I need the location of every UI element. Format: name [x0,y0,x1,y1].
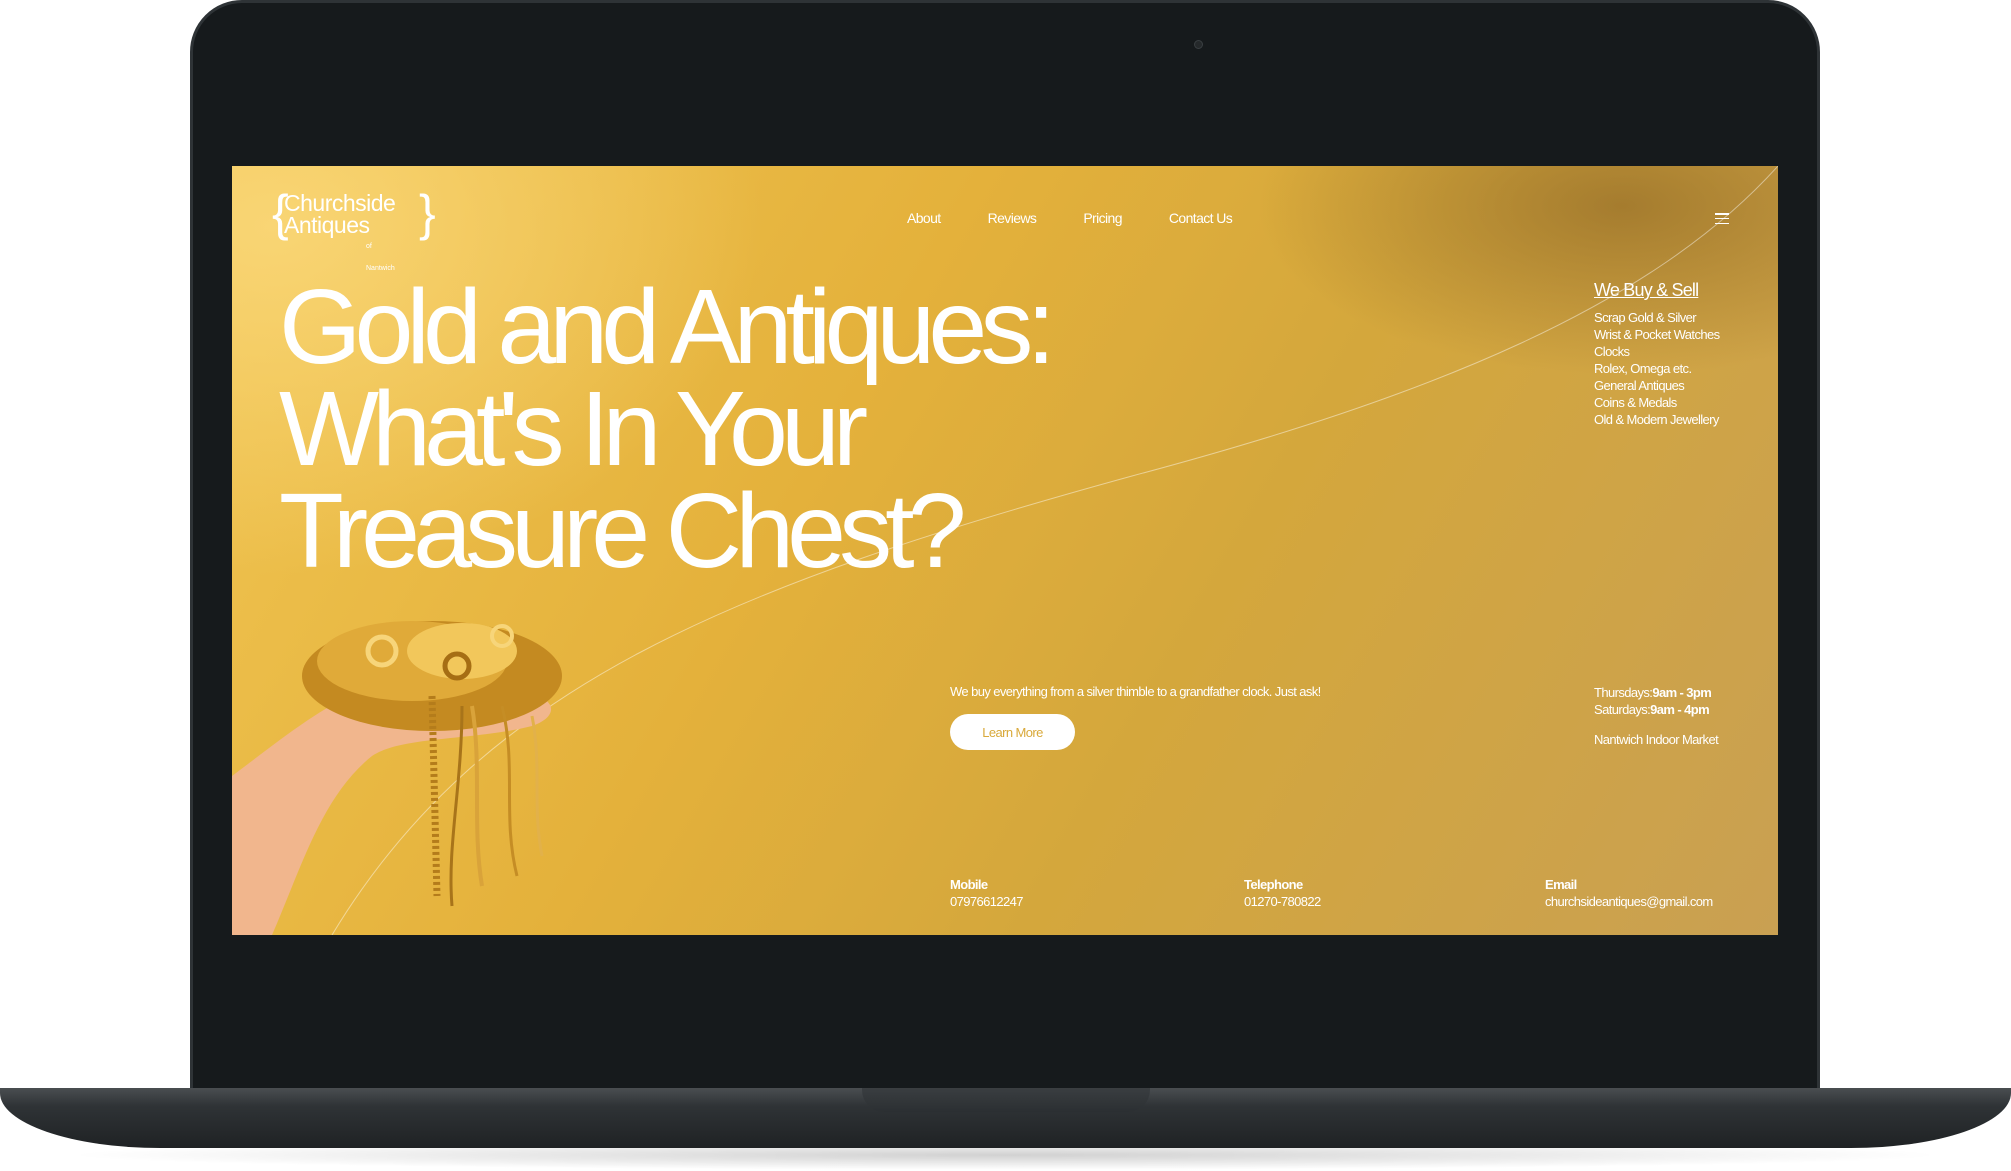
thursday-label: Thursdays: [1594,685,1653,700]
logo-right-brace: } [419,185,436,241]
email-label: Email [1545,877,1577,892]
logo-line-2: Antiques [284,212,370,238]
contact-mobile: Mobile 07976612247 [950,876,1024,910]
buy-sell-item: Rolex, Omega etc. [1594,361,1692,376]
site-logo[interactable]: { Churchside Antiques } of Nantwich [272,188,436,272]
nav-pricing[interactable]: Pricing [1083,210,1122,226]
nav-reviews[interactable]: Reviews [988,210,1037,226]
mobile-label: Mobile [950,877,988,892]
hamburger-menu-icon[interactable] [1715,213,1729,224]
opening-hours: Thursdays:9am - 3pm Saturdays:9am - 4pm … [1594,684,1719,748]
laptop-mockup: { Churchside Antiques } of Nantwich Abou… [0,0,2011,1171]
headline-line-1: Gold and Antiques: [279,268,1056,386]
headline-line-2: What's In Your [279,370,868,488]
hero-tagline: We buy everything from a silver thimble … [950,684,1321,699]
buy-sell-item: Scrap Gold & Silver [1594,310,1697,325]
nav-contact-us[interactable]: Contact Us [1169,210,1233,226]
contact-email: Email churchsideantiques@gmail.com [1545,876,1713,910]
buy-sell-item: Coins & Medals [1594,395,1677,410]
thursday-time: 9am - 3pm [1652,685,1712,700]
main-nav: About Reviews Pricing Contact Us [907,210,1279,226]
website-screen: { Churchside Antiques } of Nantwich Abou… [232,166,1778,935]
contact-telephone: Telephone 01270-780822 [1244,876,1321,910]
camera-icon [1194,40,1203,49]
hero-headline: Gold and Antiques: What's In Your Treasu… [279,268,1056,590]
buy-sell-list: We Buy & Sell Scrap Gold & Silver Wrist … [1594,281,1764,428]
learn-more-button[interactable]: Learn More [950,714,1075,750]
logo-left-brace: { [272,185,289,241]
laptop-notch [862,1088,1150,1112]
gold-jewellery-hand-image [232,621,562,935]
hours-thursday: Thursdays:9am - 3pm [1594,684,1718,701]
logo-line-1: Churchside [284,190,396,216]
buy-sell-item: Old & Modern Jewellery [1594,412,1719,427]
email-address[interactable]: churchsideantiques@gmail.com [1545,894,1713,909]
nav-about[interactable]: About [907,210,941,226]
buy-sell-title[interactable]: We Buy & Sell [1594,281,1764,299]
saturday-time: 9am - 4pm [1650,702,1710,717]
market-location: Nantwich Indoor Market [1594,732,1719,747]
hours-saturday: Saturdays:9am - 4pm [1594,701,1718,718]
telephone-label: Telephone [1244,877,1303,892]
mobile-number[interactable]: 07976612247 [950,894,1024,909]
saturday-label: Saturdays: [1594,702,1651,717]
headline-line-3: Treasure Chest? [279,472,967,590]
buy-sell-item: General Antiques [1594,378,1685,393]
buy-sell-item: Clocks [1594,344,1630,359]
telephone-number[interactable]: 01270-780822 [1244,894,1321,909]
buy-sell-item: Wrist & Pocket Watches [1594,327,1720,342]
